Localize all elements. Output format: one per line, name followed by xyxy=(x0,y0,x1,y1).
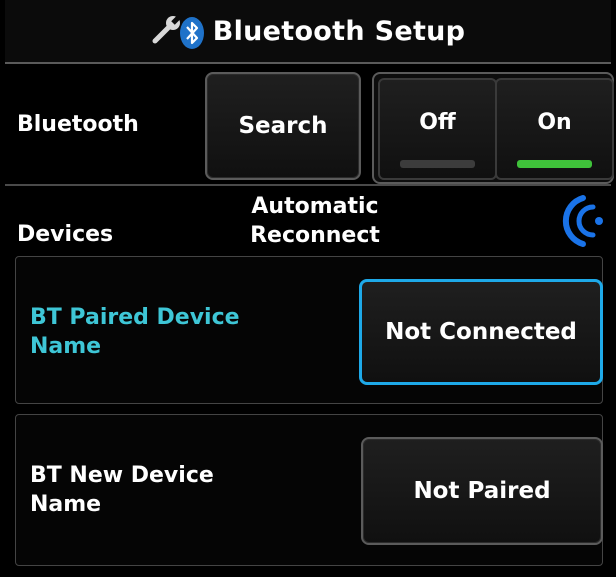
device-status-button[interactable]: Not Paired xyxy=(361,437,603,545)
device-status-button[interactable]: Not Connected xyxy=(359,279,603,385)
on-label: On xyxy=(537,110,572,135)
title-bar: Bluetooth Setup xyxy=(5,0,611,64)
bluetooth-icon xyxy=(179,17,204,49)
bluetooth-setup-screen: Bluetooth Setup Bluetooth Search Off On … xyxy=(5,0,614,577)
off-indicator xyxy=(400,160,475,168)
bluetooth-toggle-group: Off On xyxy=(372,72,614,184)
device-row: BT Paired Device Name Not Connected xyxy=(15,256,603,404)
bluetooth-on-button[interactable]: On xyxy=(495,78,614,180)
page-title: Bluetooth Setup xyxy=(212,15,466,47)
device-row: BT New Device Name Not Paired xyxy=(15,414,603,566)
search-button[interactable]: Search xyxy=(205,72,361,180)
on-indicator xyxy=(517,160,592,168)
search-button-label: Search xyxy=(238,113,328,139)
divider xyxy=(5,184,611,186)
off-label: Off xyxy=(419,110,456,135)
bluetooth-off-button[interactable]: Off xyxy=(378,78,497,180)
automatic-reconnect-label: Automatic Reconnect xyxy=(250,194,380,248)
device-status-label: Not Connected xyxy=(385,319,577,345)
device-name: BT Paired Device Name xyxy=(30,305,240,359)
title-icons xyxy=(151,11,207,51)
device-status-label: Not Paired xyxy=(413,478,551,504)
device-name: BT New Device Name xyxy=(30,463,214,517)
devices-label: Devices xyxy=(17,222,114,247)
signal-waves-icon xyxy=(562,195,603,247)
bluetooth-label: Bluetooth xyxy=(17,112,139,137)
